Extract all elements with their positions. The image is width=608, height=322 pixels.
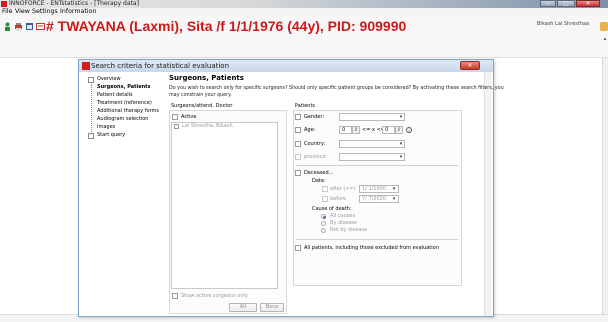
none-button[interactable]: None [260,303,284,312]
surgeons-list[interactable] [171,122,278,289]
age-to-input[interactable]: 0 [382,126,395,134]
main-scrollbar[interactable] [602,58,608,314]
radio-not-by-disease[interactable] [321,228,326,233]
app-icon [1,1,7,7]
user-icon[interactable] [600,22,608,31]
minimize-button[interactable]: – [540,0,556,7]
by-disease-label: By disease [330,220,357,226]
country-checkbox[interactable] [295,141,301,147]
date-label: Date: [312,178,326,184]
show-active-checkbox[interactable] [172,293,178,299]
gender-checkbox[interactable] [295,114,301,120]
country-label: Country: [304,141,326,147]
chevron-down-icon: ▾ [392,186,396,192]
scroll-up-icon[interactable]: ▴ [602,36,608,42]
all-causes-label: All causes [330,213,356,219]
not-by-disease-label: Not by disease [330,227,368,233]
printer-icon[interactable] [14,22,23,31]
age-from-input[interactable]: 0 [339,126,352,134]
surgeons-header: Surgeons/attend. Doctor [171,103,233,109]
maximize-button[interactable]: ▢ [557,0,575,7]
tree-item-start-query[interactable]: Start query [97,132,125,139]
active-label: Active [181,114,197,120]
before-checkbox[interactable] [322,196,328,202]
divider [296,239,458,240]
surgeon-checkbox[interactable] [174,124,179,129]
after-label: after (>=) [330,186,356,192]
age-label: Age: [304,127,316,133]
page-title: Surgeons, Patients [169,74,244,82]
province-select[interactable] [339,153,405,161]
chevron-down-icon: ▾ [399,141,403,147]
cause-label: Cause of death: [312,206,352,212]
dialog-scrollbar[interactable] [484,72,492,316]
tree-item-images[interactable]: Images [97,124,115,131]
dialog-close-button[interactable]: ✕ [460,61,480,70]
window-title: INNOFORCE - ENTstatistics - [Therapy dat… [9,0,139,7]
all-patients-label: All patients, including those excluded f… [304,245,439,251]
divider [296,165,458,166]
age-to-spinner[interactable]: ⇵ [395,126,403,134]
all-patients-checkbox[interactable] [295,245,301,251]
menu-information[interactable]: Information [60,8,96,16]
before-label: before [330,196,347,202]
gender-label: Gender: [304,114,325,120]
tree-node-icon [88,77,94,83]
menu-settings[interactable]: Settings [32,8,58,16]
user-name: Bikash Lal Shresthaa [537,21,590,27]
chevron-down-icon: ▾ [392,196,396,202]
tree-node-icon [88,133,94,139]
age-from-spinner[interactable]: ⇵ [352,126,360,134]
menu-file[interactable]: File [2,8,13,16]
gender-select[interactable] [339,113,405,121]
province-checkbox[interactable] [295,154,301,160]
tree-item-audiogram[interactable]: Audiogram selection [97,116,148,123]
deceased-label: Deceased... [304,170,334,176]
dialog-app-icon [82,62,90,70]
person-icon[interactable] [3,22,12,31]
deceased-checkbox[interactable] [295,170,301,176]
window-close-button[interactable]: ✕ [576,0,600,7]
tree-connector [91,84,92,134]
radio-all-causes[interactable] [321,214,326,219]
all-button[interactable]: All [229,303,257,312]
tree-item-overview[interactable]: Overview [97,76,121,83]
patient-header: # TWAYANA (Laxmi), Sita /f 1/1/1976 (44y… [46,18,407,34]
country-select[interactable] [339,140,405,148]
active-checkbox[interactable] [172,114,178,120]
chevron-down-icon: ▾ [399,114,403,120]
description-line-1: Do you wish to search only for specific … [169,86,504,91]
tree-item-treatment[interactable]: Treatment (reference) [97,100,152,107]
show-active-label: Show active surgeons only [181,293,248,299]
tree-item-patient-details[interactable]: Patient details [97,92,133,99]
tree-item-additional-therapy[interactable]: Additional therapy forms [97,108,159,115]
card-icon[interactable] [36,22,45,31]
before-date-value: 7/ 7/2020 [362,196,387,202]
after-date-value: 1/ 1/1900 [362,186,387,192]
radio-by-disease[interactable] [321,221,326,226]
info-icon[interactable]: i [406,127,412,133]
chevron-down-icon: ▾ [399,154,403,160]
age-checkbox[interactable] [295,127,301,133]
calendar-icon[interactable] [25,22,34,31]
dialog-title: Search criteria for statistical evaluati… [91,62,230,70]
list-item[interactable]: Lal Shrestha, Bikash [182,123,233,129]
menu-view[interactable]: View [15,8,30,16]
tree-item-surgeons-patients[interactable]: Surgeons, Patients [97,84,151,91]
description-line-2: may constrain your query. [169,93,232,98]
patients-header: Patients [295,103,316,109]
after-checkbox[interactable] [322,186,328,192]
province-label: province: [304,154,328,160]
